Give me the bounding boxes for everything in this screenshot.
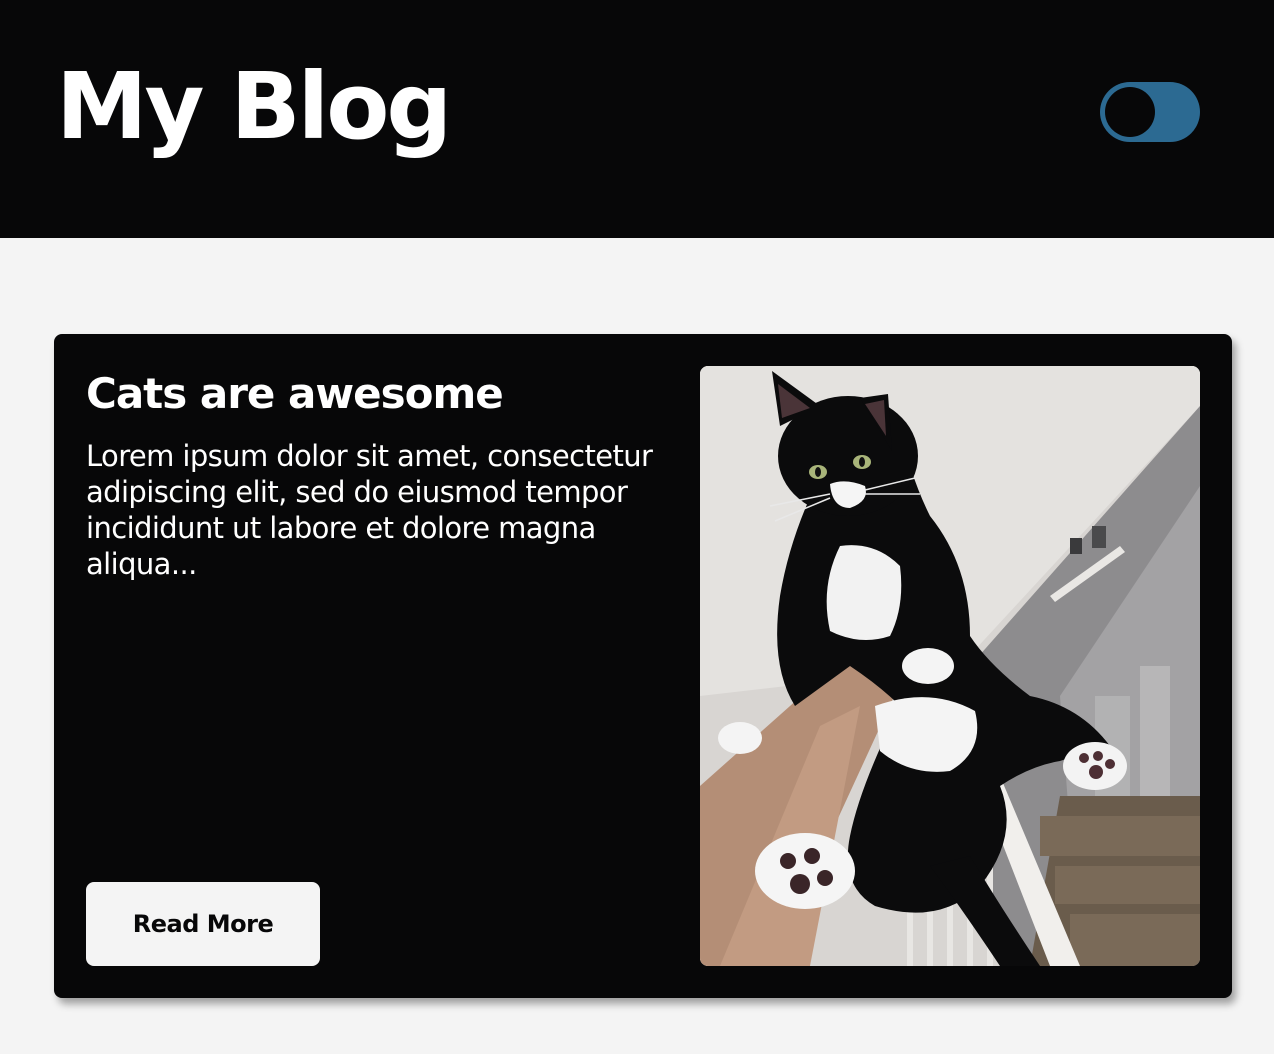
site-header: My Blog [0, 0, 1274, 238]
blog-post-card: Cats are awesome Lorem ipsum dolor sit a… [54, 334, 1232, 998]
read-more-button[interactable]: Read More [86, 882, 320, 966]
cat-photo-icon [700, 366, 1200, 966]
post-excerpt: Lorem ipsum dolor sit amet, consectetur … [86, 439, 653, 581]
site-title: My Blog [56, 53, 452, 160]
theme-toggle-switch[interactable] [1100, 82, 1200, 142]
post-title: Cats are awesome [86, 369, 504, 418]
toggle-knob [1105, 87, 1155, 137]
post-image [700, 366, 1200, 966]
